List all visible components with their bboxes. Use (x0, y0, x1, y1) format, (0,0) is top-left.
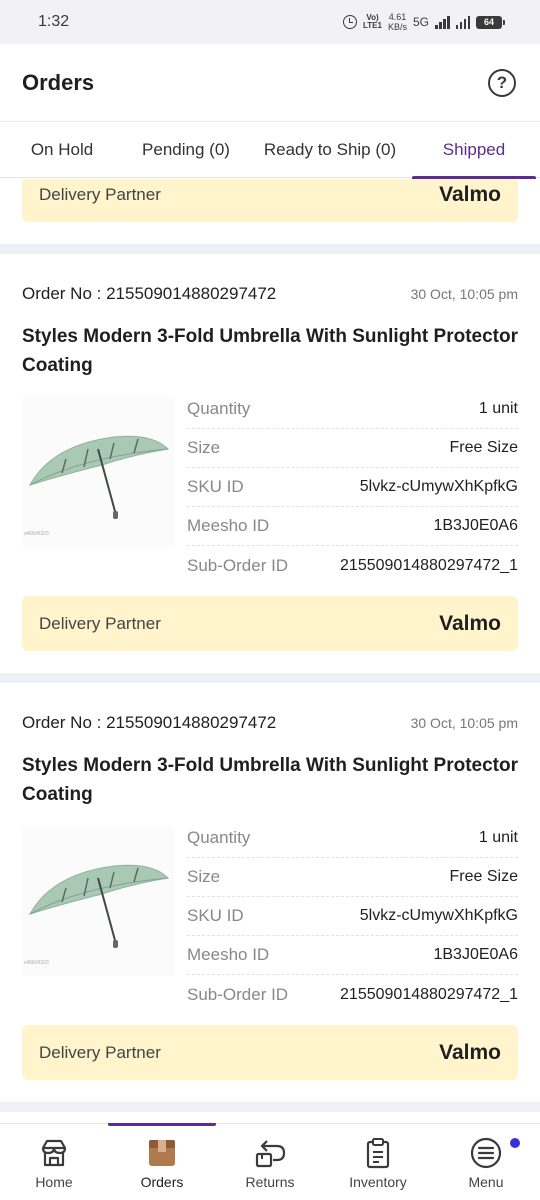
detail-row-sku: SKU ID 5lvkz-cUmywXhKpfkG (187, 468, 518, 507)
orders-list[interactable]: Delivery Partner Valmo Order No : 215509… (0, 179, 540, 1123)
detail-row-sub-order-id: Sub-Order ID 215509014880297472_1 (187, 555, 518, 575)
image-caption: s466#6323 (24, 960, 49, 966)
order-number: Order No : 215509014880297472 (22, 713, 277, 732)
order-number: Order No : 215509014880297472 (22, 284, 277, 303)
bottom-navigation: Home Orders Returns Inventory Menu (0, 1123, 540, 1200)
notification-dot (510, 1138, 520, 1148)
delivery-partner-label: Delivery Partner (39, 184, 161, 204)
card-divider (0, 1102, 540, 1112)
nav-orders[interactable]: Orders (108, 1123, 216, 1200)
order-status-tabs: On Hold Pending (0) Ready to Ship (0) Sh… (0, 122, 540, 179)
network-speed: 4.61 KB/s (387, 12, 407, 32)
umbrella-product-image: s466#6323 (22, 397, 174, 547)
umbrella-product-image: s466#6323 (22, 826, 174, 976)
detail-row-sku: SKU ID 5lvkz-cUmywXhKpfkG (187, 897, 518, 936)
card-divider (0, 244, 540, 254)
volte-indicator: Vo) LTE1 (363, 13, 382, 30)
umbrella-icon (28, 435, 170, 519)
delivery-partner-box: Delivery Partner Valmo (22, 596, 518, 651)
tab-pending[interactable]: Pending (0) (124, 122, 248, 178)
detail-row-size: Size Free Size (187, 429, 518, 468)
nav-menu-label: Menu (468, 1174, 504, 1190)
order-header: Order No : 215509014880297472 30 Oct, 10… (22, 713, 518, 733)
delivery-partner-box: Delivery Partner Valmo (22, 1025, 518, 1080)
delivery-partner-value: Valmo (439, 182, 501, 206)
tab-ready-to-ship[interactable]: Ready to Ship (0) (248, 122, 412, 178)
delivery-partner-value: Valmo (439, 611, 501, 635)
signal-icon-2 (455, 15, 470, 29)
page-title: Orders (22, 69, 95, 95)
nav-returns[interactable]: Returns (216, 1124, 324, 1200)
delivery-partner-label: Delivery Partner (39, 613, 161, 633)
product-title: Styles Modern 3-Fold Umbrella With Sunli… (22, 326, 518, 376)
detail-row-meesho-id: Meesho ID 1B3J0E0A6 (187, 936, 518, 975)
status-time: 1:32 (38, 13, 70, 30)
nav-menu[interactable]: Menu (432, 1124, 540, 1200)
battery-icon: 64 (476, 15, 505, 29)
tab-shipped[interactable]: Shipped (412, 122, 536, 179)
detail-row-quantity: Quantity 1 unit (187, 390, 518, 429)
help-circle-icon[interactable]: ? (488, 68, 516, 97)
order-details: Quantity 1 unit Size Free Size SKU ID 5l… (187, 819, 518, 1014)
detail-row-size: Size Free Size (187, 858, 518, 897)
alarm-icon (343, 15, 357, 29)
image-caption: s466#6323 (24, 531, 49, 537)
status-icons: Vo) LTE1 4.61 KB/s 5G 64 (343, 12, 505, 32)
detail-row-sub-order-id: Sub-Order ID 215509014880297472_1 (187, 984, 518, 1004)
delivery-partner-value: Valmo (439, 1040, 501, 1064)
detail-row-quantity: Quantity 1 unit (187, 819, 518, 858)
home-icon (41, 1139, 67, 1167)
card-divider (0, 673, 540, 683)
delivery-partner-box: Delivery Partner Valmo (22, 179, 518, 222)
nav-orders-label: Orders (140, 1174, 184, 1190)
order-card[interactable]: Order No : 215509014880297472 30 Oct, 10… (0, 683, 540, 1101)
nav-home-label: Home (35, 1174, 73, 1190)
nav-home[interactable]: Home (0, 1124, 108, 1200)
delivery-partner-label: Delivery Partner (39, 1042, 161, 1062)
tab-on-hold[interactable]: On Hold (0, 122, 124, 178)
menu-icon (470, 1137, 502, 1169)
app-header: Orders ? (0, 44, 540, 122)
order-header: Order No : 215509014880297472 30 Oct, 10… (22, 284, 518, 304)
signal-icon (435, 15, 450, 29)
order-details: Quantity 1 unit Size Free Size SKU ID 5l… (187, 390, 518, 585)
order-date: 30 Oct, 10:05 pm (410, 715, 518, 731)
order-date: 30 Oct, 10:05 pm (410, 286, 518, 302)
status-bar: 1:32 Vo) LTE1 4.61 KB/s 5G 64 (0, 0, 540, 44)
nav-inventory-label: Inventory (349, 1174, 407, 1190)
nav-inventory[interactable]: Inventory (324, 1124, 432, 1200)
order-card[interactable]: Order No : 215509014880297472 30 Oct, 10… (0, 254, 540, 672)
network-type: 5G (412, 15, 429, 29)
umbrella-icon (28, 864, 170, 948)
returns-icon (255, 1140, 286, 1168)
detail-row-meesho-id: Meesho ID 1B3J0E0A6 (187, 507, 518, 546)
inventory-clipboard-icon (366, 1138, 390, 1169)
orders-box-icon (149, 1140, 175, 1166)
nav-returns-label: Returns (245, 1174, 295, 1190)
product-title: Styles Modern 3-Fold Umbrella With Sunli… (22, 755, 518, 805)
